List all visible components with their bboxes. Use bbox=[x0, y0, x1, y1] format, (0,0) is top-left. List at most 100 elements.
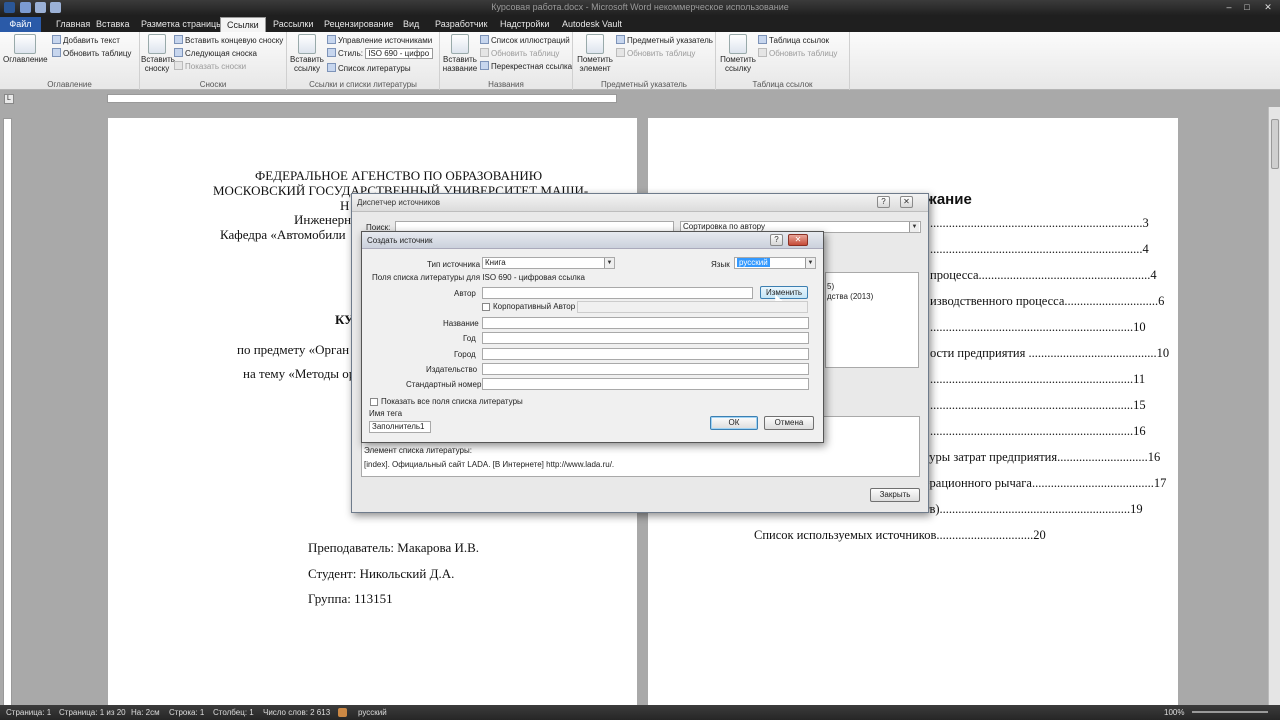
tab-mailings[interactable]: Рассылки bbox=[267, 17, 319, 32]
tab-selector-icon[interactable]: L bbox=[4, 94, 14, 104]
list-of-figures-button[interactable]: Список иллюстраций bbox=[480, 35, 570, 47]
group-authorities: Пометить ссылку Таблица ссылок Обновить … bbox=[716, 32, 850, 90]
title-input[interactable] bbox=[482, 317, 809, 329]
ruler-strip[interactable] bbox=[107, 94, 617, 103]
source-manager-close-btn[interactable]: Закрыть bbox=[870, 488, 920, 502]
insert-citation-button[interactable]: Вставить ссылку bbox=[289, 34, 325, 73]
add-text-icon bbox=[52, 35, 61, 44]
create-source-dialog: Создать источник ? ✕ Тип источника Книга… bbox=[361, 231, 824, 443]
tab-autodesk-vault[interactable]: Autodesk Vault bbox=[556, 17, 628, 32]
chevron-down-icon[interactable]: ▼ bbox=[604, 258, 614, 268]
publisher-input[interactable] bbox=[482, 363, 809, 375]
tag-name-input[interactable]: Заполнитель1 bbox=[369, 421, 431, 433]
current-list[interactable]: 5) дства (2013) bbox=[825, 272, 919, 368]
toc-entry: процесса................................… bbox=[930, 268, 1157, 282]
language-select[interactable]: русский bbox=[734, 257, 816, 269]
insert-index-button[interactable]: Предметный указатель bbox=[616, 35, 713, 47]
author-label: Автор bbox=[454, 289, 476, 298]
close-window-button[interactable]: ✕ bbox=[1256, 0, 1280, 15]
tab-file[interactable]: Файл bbox=[0, 17, 41, 32]
author-input[interactable] bbox=[482, 287, 753, 299]
chevron-down-icon[interactable]: ▼ bbox=[805, 258, 815, 268]
source-manager-title: Диспетчер источников bbox=[352, 194, 928, 212]
source-manager-help-button[interactable]: ? bbox=[877, 196, 890, 208]
status-position[interactable]: На: 2см bbox=[131, 705, 160, 720]
style-selector[interactable]: Стиль: ISO 690 - цифро bbox=[327, 48, 434, 60]
student-line: Студент: Никольский Д.А. bbox=[308, 566, 455, 581]
corporate-author-checkbox[interactable] bbox=[482, 303, 490, 311]
cross-reference-button[interactable]: Перекрестная ссылка bbox=[480, 61, 572, 73]
standard-number-label: Стандартный номер bbox=[406, 380, 482, 389]
source-type-label: Тип источника bbox=[427, 260, 481, 269]
source-type-select[interactable]: Книга bbox=[482, 257, 615, 269]
endnote-icon bbox=[174, 35, 183, 44]
preview-text: [index]. Официальный сайт LADA. [В Интер… bbox=[364, 460, 615, 469]
refresh-icon bbox=[758, 48, 767, 57]
next-footnote-button[interactable]: Следующая сноска bbox=[174, 48, 257, 60]
tab-insert[interactable]: Вставка bbox=[90, 17, 135, 32]
corporate-author-input[interactable] bbox=[577, 301, 808, 313]
insert-endnote-button[interactable]: Вставить концевую сноску bbox=[174, 35, 283, 47]
status-page[interactable]: Страница: 1 bbox=[6, 705, 51, 720]
table-of-authorities-button[interactable]: Таблица ссылок bbox=[758, 35, 829, 47]
status-column[interactable]: Столбец: 1 bbox=[213, 705, 254, 720]
toc-entry: туры затрат предприятия.................… bbox=[924, 450, 1161, 464]
create-source-help-button[interactable]: ? bbox=[770, 234, 783, 246]
update-figures-button[interactable]: Обновить таблицу bbox=[480, 48, 559, 60]
status-word-count[interactable]: Число слов: 2 613 bbox=[263, 705, 330, 720]
zoom-slider[interactable] bbox=[1192, 711, 1268, 713]
toc-button[interactable]: Оглавление bbox=[3, 34, 48, 64]
create-source-title: Создать источник bbox=[362, 232, 823, 249]
toc-entry: ........................................… bbox=[930, 320, 1146, 334]
tab-view[interactable]: Вид bbox=[397, 17, 425, 32]
maximize-button[interactable]: □ bbox=[1238, 0, 1256, 15]
style-select[interactable]: ISO 690 - цифро bbox=[365, 48, 434, 60]
tab-addins[interactable]: Надстройки bbox=[494, 17, 555, 32]
city-label: Город bbox=[454, 350, 476, 359]
insert-footnote-button[interactable]: Вставить сноску bbox=[141, 34, 175, 73]
vertical-scrollbar[interactable] bbox=[1268, 107, 1280, 705]
add-text-button[interactable]: Добавить текст bbox=[52, 35, 120, 47]
chevron-down-icon[interactable]: ▼ bbox=[909, 222, 919, 232]
fields-header: Поля списка литературы для ISO 690 - циф… bbox=[372, 273, 585, 282]
show-all-fields-label: Показать все поля списка литературы bbox=[381, 397, 523, 406]
city-input[interactable] bbox=[482, 348, 809, 360]
insert-caption-button[interactable]: Вставить название bbox=[442, 34, 478, 73]
refresh-icon bbox=[52, 48, 61, 57]
status-zoom[interactable]: 100% bbox=[1164, 705, 1184, 720]
group-line: Группа: 113151 bbox=[308, 591, 393, 606]
status-language[interactable]: русский bbox=[358, 705, 387, 720]
mark-entry-button[interactable]: Пометить элемент bbox=[575, 34, 615, 73]
scrollbar-thumb[interactable] bbox=[1271, 119, 1279, 169]
group-captions: Вставить название Список иллюстраций Обн… bbox=[440, 32, 573, 90]
proofing-icon[interactable] bbox=[338, 708, 347, 717]
minimize-button[interactable]: – bbox=[1220, 0, 1238, 15]
toc-entry: ........................................… bbox=[930, 372, 1146, 386]
index-icon bbox=[616, 35, 625, 44]
tab-review[interactable]: Рецензирование bbox=[318, 17, 400, 32]
page-line: ФЕДЕРАЛЬНОЕ АГЕНСТВО ПО ОБРАЗОВАНИЮ bbox=[255, 168, 543, 183]
manage-sources-button[interactable]: Управление источниками bbox=[327, 35, 432, 47]
tab-developer[interactable]: Разработчик bbox=[429, 17, 493, 32]
status-line[interactable]: Строка: 1 bbox=[169, 705, 204, 720]
source-manager-close-button[interactable]: ✕ bbox=[900, 196, 913, 208]
caption-icon bbox=[451, 34, 469, 54]
mark-citation-button[interactable]: Пометить ссылку bbox=[718, 34, 758, 73]
year-input[interactable] bbox=[482, 332, 809, 344]
show-all-fields-checkbox[interactable] bbox=[370, 398, 378, 406]
edit-author-button[interactable]: Изменить bbox=[760, 286, 808, 299]
ok-button[interactable]: ОК bbox=[710, 416, 758, 430]
create-source-close-button[interactable]: ✕ bbox=[788, 234, 808, 246]
group-authorities-label: Таблица ссылок bbox=[752, 80, 813, 89]
show-notes-button[interactable]: Показать сноски bbox=[174, 61, 246, 73]
tab-references[interactable]: Ссылки bbox=[220, 17, 266, 32]
update-index-button[interactable]: Обновить таблицу bbox=[616, 48, 695, 60]
status-page-of[interactable]: Страница: 1 из 20 bbox=[59, 705, 126, 720]
ribbon-tabs: Файл Главная Вставка Разметка страницы С… bbox=[0, 15, 1280, 32]
bibliography-button[interactable]: Список литературы bbox=[327, 63, 411, 75]
tab-page-layout[interactable]: Разметка страницы bbox=[135, 17, 229, 32]
standard-number-input[interactable] bbox=[482, 378, 809, 390]
update-toc-button[interactable]: Обновить таблицу bbox=[52, 48, 131, 60]
update-authorities-button[interactable]: Обновить таблицу bbox=[758, 48, 837, 60]
cancel-button[interactable]: Отмена bbox=[764, 416, 814, 430]
